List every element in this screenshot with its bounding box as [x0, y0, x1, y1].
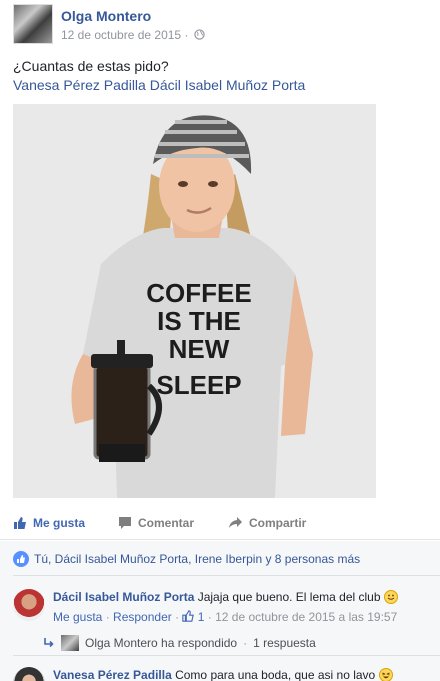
shirt-text-line-1: COFFEE — [146, 278, 251, 308]
share-icon — [229, 517, 242, 528]
post-text: ¿Cuantas de estas pido? Vanesa Pérez Pad… — [13, 57, 433, 95]
likes-summary[interactable]: Tú, Dácil Isabel Muñoz Porta, Irene Iber… — [13, 551, 360, 567]
thumbs-up-icon — [14, 517, 26, 529]
comment-item: Vanesa Pérez Padilla Como para una boda,… — [13, 667, 440, 681]
shirt-text-line-4: SLEEP — [156, 370, 241, 400]
laughing-emoji-icon — [378, 668, 393, 681]
comment-timestamp[interactable]: 12 de octubre de 2015 a las 19:57 — [215, 610, 397, 624]
comment-actions: Me gusta · Responder · 1 · 12 de octubre… — [53, 610, 398, 624]
feedback-section: Tú, Dácil Isabel Muñoz Porta, Irene Iber… — [0, 541, 440, 681]
comment-reply-link[interactable]: Responder — [113, 610, 172, 624]
comment-text: Como para una boda, que asi no lavo — [175, 668, 376, 681]
divider — [13, 655, 440, 656]
thumbs-up-icon — [182, 610, 195, 622]
like-badge-icon — [13, 551, 29, 567]
commenter-avatar[interactable] — [13, 589, 45, 621]
post-meta: 12 de octubre de 2015 · — [61, 28, 205, 43]
comment-body: Vanesa Pérez Padilla Como para una boda,… — [53, 667, 393, 681]
comment-like-link[interactable]: Me gusta — [53, 610, 102, 624]
comment-button-label: Comentar — [138, 516, 195, 530]
post-date[interactable]: 12 de octubre de 2015 — [61, 28, 181, 42]
globe-icon[interactable] — [194, 29, 205, 43]
meta-separator: · — [181, 28, 192, 42]
share-button[interactable]: Compartir — [228, 516, 306, 530]
replies-summary[interactable]: Olga Montero ha respondido · 1 respuesta — [43, 635, 316, 651]
share-button-label: Compartir — [249, 516, 307, 530]
like-button[interactable]: Me gusta — [13, 516, 85, 530]
replies-count: 1 respuesta — [253, 636, 316, 650]
post-message: ¿Cuantas de estas pido? — [13, 58, 169, 74]
likes-summary-text: Tú, Dácil Isabel Muñoz Porta, Irene Iber… — [34, 552, 361, 566]
replies-summary-text: Olga Montero ha respondido — [85, 636, 238, 650]
commenter-name[interactable]: Dácil Isabel Muñoz Porta — [53, 590, 194, 604]
post-photo[interactable]: COFFEE IS THE NEW SLEEP — [13, 104, 376, 498]
comment-text: Jajaja que bueno. El lema del club — [197, 590, 381, 604]
commenter-name[interactable]: Vanesa Pérez Padilla — [53, 668, 172, 681]
replier-avatar — [61, 635, 79, 651]
comment-button[interactable]: Comentar — [118, 516, 194, 530]
reply-arrow-icon — [44, 638, 54, 648]
divider — [13, 575, 440, 576]
comment-like-count[interactable]: 1 — [198, 610, 205, 624]
author-avatar[interactable] — [13, 4, 53, 44]
post-header: Olga Montero 12 de octubre de 2015 · — [13, 4, 433, 46]
action-bar: Me gusta Comentar Compartir — [0, 512, 440, 540]
comment-icon — [119, 517, 131, 529]
comment-body: Dácil Isabel Muñoz Porta Jajaja que buen… — [53, 589, 398, 625]
smile-emoji-icon — [383, 590, 398, 604]
author-name[interactable]: Olga Montero — [61, 8, 151, 24]
shirt-text-line-3: NEW — [169, 334, 230, 364]
tagged-people[interactable]: Vanesa Pérez Padilla Dácil Isabel Muñoz … — [13, 76, 433, 95]
like-button-label: Me gusta — [33, 516, 86, 530]
shirt-text-line-2: IS THE — [157, 306, 241, 336]
commenter-avatar[interactable] — [13, 667, 45, 681]
